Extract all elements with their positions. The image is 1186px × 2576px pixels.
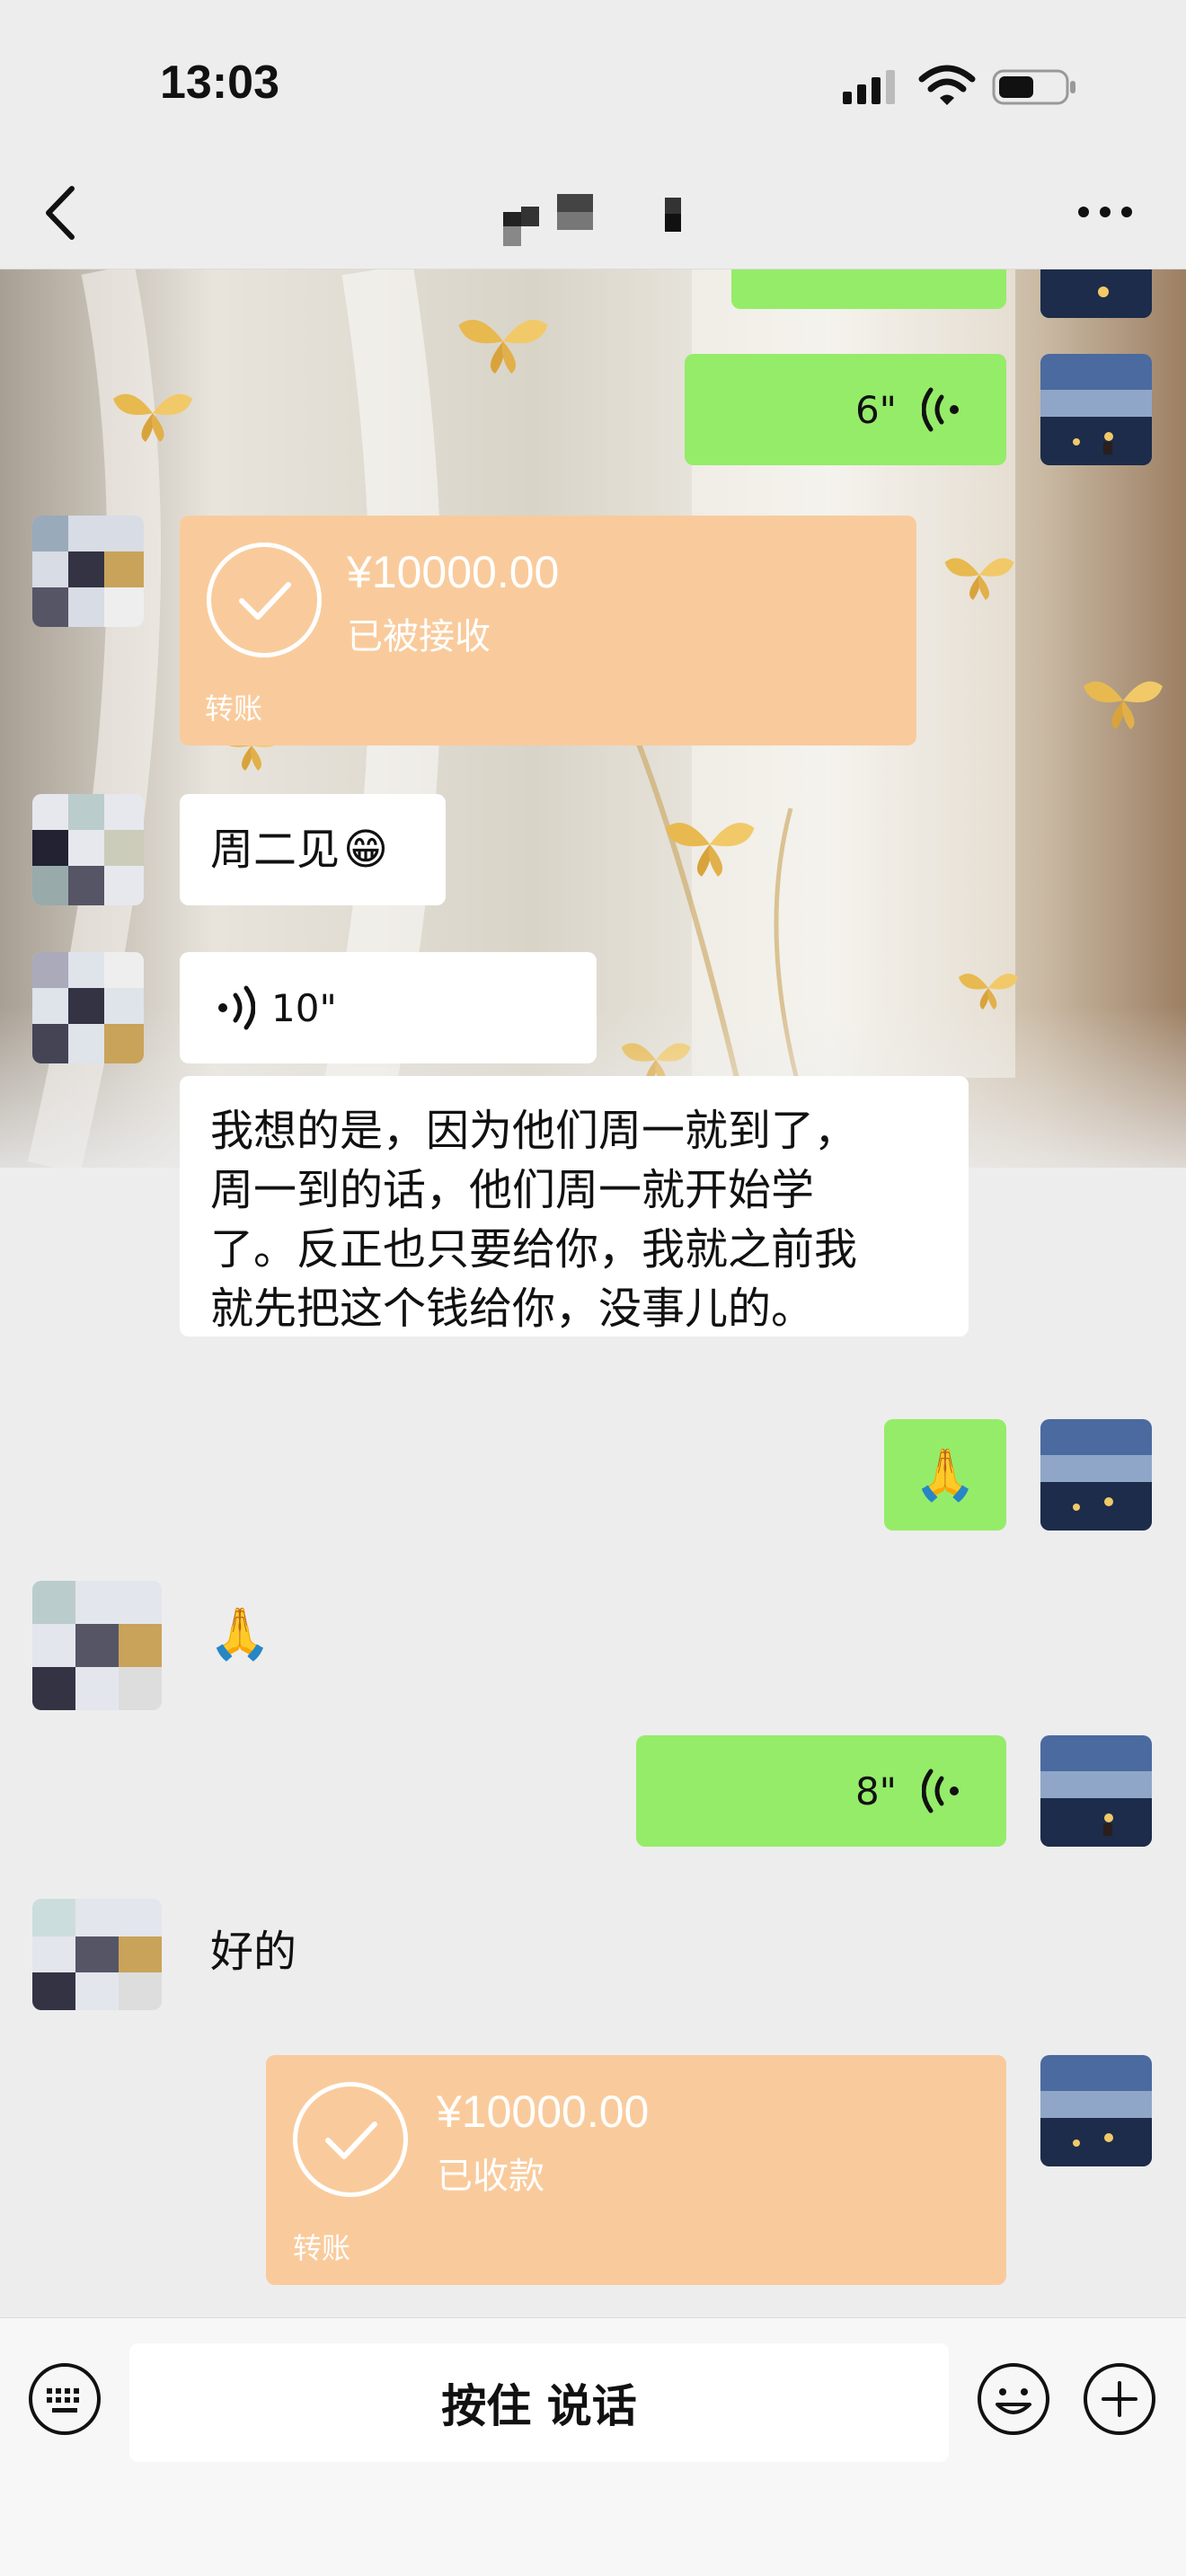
status-bar: 13:03 xyxy=(0,0,1186,162)
contact-avatar[interactable] xyxy=(32,1899,162,2010)
incoming-emoji-message[interactable]: 🙏 xyxy=(208,1604,271,1663)
outgoing-voice-bubble[interactable]: 6" xyxy=(685,354,1006,465)
message-line: 就先把这个钱给你，没事儿的。 xyxy=(210,1284,815,1334)
message-line: 我想的是，因为他们周一就到了， xyxy=(210,1106,858,1156)
status-time: 13:03 xyxy=(160,57,279,109)
chat-message-list[interactable]: 6" ¥10000.00 已被接收 转账 周二见 😁 10" 我想的是，因为他们… xyxy=(0,269,1186,2317)
pray-emoji: 🙏 xyxy=(914,1446,977,1504)
more-dots-icon[interactable] xyxy=(1076,203,1134,221)
message-text: 好的 xyxy=(210,1927,297,1977)
chat-input-bar: 按住 说话 xyxy=(0,2317,1186,2576)
hold-to-talk-button[interactable]: 按住 说话 xyxy=(129,2343,949,2462)
message-text: 周二见 xyxy=(210,825,341,875)
cellular-signal-icon xyxy=(843,70,895,104)
incoming-voice-bubble[interactable]: 10" xyxy=(180,952,597,1063)
voice-duration: 10" xyxy=(271,985,337,1030)
transfer-label: 转账 xyxy=(205,692,263,726)
grin-emoji: 😁 xyxy=(343,825,389,875)
wifi-icon xyxy=(918,65,976,105)
message-line: 了。反正也只要给你，我就之前我 xyxy=(210,1224,858,1275)
outgoing-voice-bubble[interactable]: 8" xyxy=(636,1735,1006,1847)
incoming-text-bubble[interactable]: 我想的是，因为他们周一就到了， 周一到的话，他们周一就开始学 了。反正也只要给你… xyxy=(180,1076,969,1337)
contact-avatar[interactable] xyxy=(32,794,144,905)
incoming-transfer-card[interactable]: ¥10000.00 已被接收 转账 xyxy=(180,516,916,745)
battery-icon xyxy=(992,69,1075,105)
outgoing-transfer-card[interactable]: ¥10000.00 已收款 转账 xyxy=(266,2055,1006,2285)
plus-icon[interactable] xyxy=(1082,2361,1157,2437)
my-avatar[interactable] xyxy=(1040,269,1152,318)
contact-avatar[interactable] xyxy=(32,516,144,627)
my-avatar[interactable] xyxy=(1040,2055,1152,2166)
emoji-icon[interactable] xyxy=(976,2361,1051,2437)
voice-duration: 8" xyxy=(854,1769,897,1813)
keyboard-icon[interactable] xyxy=(27,2361,102,2437)
pray-emoji: 🙏 xyxy=(208,1605,271,1663)
my-avatar[interactable] xyxy=(1040,1419,1152,1531)
contact-avatar[interactable] xyxy=(32,1581,162,1710)
incoming-text-message[interactable]: 好的 xyxy=(210,1922,296,1981)
voice-wave-icon xyxy=(218,985,255,1030)
transfer-amount: ¥10000.00 xyxy=(347,547,560,597)
voice-wave-icon xyxy=(922,387,959,432)
chat-nav-bar xyxy=(0,162,1186,269)
outgoing-voice-bubble[interactable] xyxy=(731,269,1006,309)
check-circle-icon xyxy=(207,543,322,657)
transfer-status: 已收款 xyxy=(437,2156,544,2197)
transfer-amount: ¥10000.00 xyxy=(437,2086,650,2137)
transfer-label: 转账 xyxy=(293,2231,351,2265)
voice-wave-icon xyxy=(922,1769,959,1813)
contact-name-redacted xyxy=(503,194,681,246)
voice-duration: 6" xyxy=(854,387,897,432)
outgoing-emoji-bubble[interactable]: 🙏 xyxy=(884,1419,1006,1531)
transfer-status: 已被接收 xyxy=(347,616,491,657)
check-circle-icon xyxy=(293,2082,408,2197)
chevron-left-icon[interactable] xyxy=(40,181,84,244)
my-avatar[interactable] xyxy=(1040,1735,1152,1847)
contact-avatar[interactable] xyxy=(32,952,144,1063)
message-line: 周一到的话，他们周一就开始学 xyxy=(210,1165,815,1215)
incoming-text-bubble[interactable]: 周二见 😁 xyxy=(180,794,446,905)
my-avatar[interactable] xyxy=(1040,354,1152,465)
